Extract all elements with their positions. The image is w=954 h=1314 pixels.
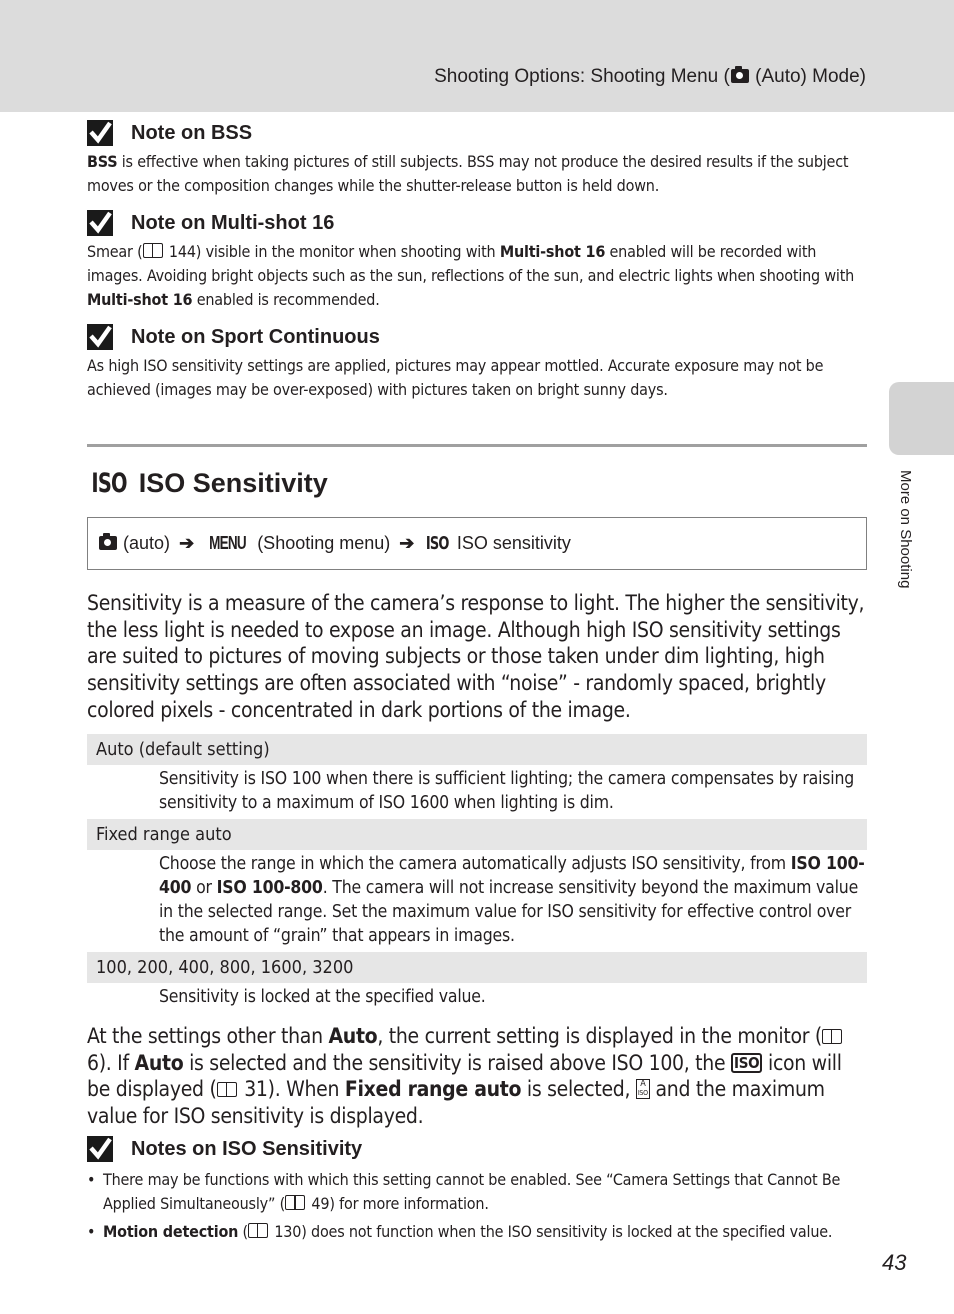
iso-icon: ISO [91,468,127,499]
option-description: Choose the range in which the camera aut… [87,850,867,952]
note-title: Note on Sport Continuous [131,325,380,348]
book-icon [216,1082,237,1097]
bold-text: Fixed range auto [344,1077,522,1101]
intro-paragraph: Sensitivity is a measure of the camera’s… [87,591,865,722]
note-body: Smear ( 144) visible in the monitor when… [87,240,867,312]
note-title: Note on Multi-shot 16 [131,211,335,234]
option-name: Fixed range auto [87,819,867,850]
settings-paragraph: At the settings other than Auto, the cur… [87,1023,867,1129]
text-run: is selected, [521,1077,636,1101]
note-title: Notes on ISO Sensitivity [131,1137,363,1160]
arrow-icon: ➔ [179,533,195,553]
option-description: Sensitivity is ISO 100 when there is suf… [87,765,867,819]
text-run: Sensitivity is ISO 100 when there is suf… [159,769,855,813]
page-number: 43 [882,1250,907,1275]
check-note-icon [87,120,113,146]
running-header: Shooting Options: Shooting Menu ( (Auto)… [434,66,866,87]
book-icon [821,1029,842,1044]
text-run: or [191,878,217,898]
check-note-icon [87,324,113,350]
book-icon [142,243,163,258]
iso-box-icon: ISO [730,1052,763,1073]
camera-auto-icon [730,66,749,83]
chapter-tab[interactable] [889,382,954,455]
text-run: 31). When [238,1077,345,1101]
bold-text: Multi-shot 16 [87,290,193,309]
text-run: enabled is recommended. [192,290,380,309]
list-item: Motion detection ( 130) does not functio… [87,1220,867,1244]
auto-iso-icon: A ISO [635,1079,650,1099]
book-icon [285,1195,306,1210]
section-divider [87,444,867,447]
section-title: ISO ISO Sensitivity [91,468,328,499]
bold-text: Auto [328,1024,378,1048]
note-body: BSS is effective when taking pictures of… [87,150,867,198]
iso-icon: ISO [426,533,450,554]
bold-text: BSS [87,152,118,171]
text-run: 49) for more information. [307,1194,489,1213]
notes-iso-sensitivity: Notes on ISO Sensitivity There may be fu… [87,1136,867,1248]
header-band [0,0,954,112]
menu-path: (auto) ➔ MENU (Shooting menu) ➔ ISO ISO … [87,517,867,570]
note-title: Note on BSS [131,121,253,144]
camera-auto-icon [99,533,117,550]
note-bss: Note on BSS BSS is effective when taking… [87,120,867,198]
text-run: 144) visible in the monitor when shootin… [164,242,500,261]
notes-list: There may be functions with which this s… [87,1168,867,1244]
text-run: Sensitivity is locked at the specified v… [159,987,486,1007]
book-icon [247,1223,268,1238]
text-run: is selected and the sensitivity is raise… [183,1050,731,1075]
list-item: There may be functions with which this s… [87,1168,867,1216]
check-note-icon [87,210,113,236]
bold-text: ISO 100-800 [216,878,323,898]
bold-text: Multi-shot 16 [499,242,606,261]
bold-text: Auto [134,1050,184,1075]
arrow-icon: ➔ [399,533,415,553]
text-run: 6). If [87,1050,135,1075]
note-body: As high ISO sensitivity settings are app… [87,354,867,402]
text-run: At the settings other than [87,1024,329,1048]
text-run: is effective when taking pictures of sti… [87,152,849,195]
options-table: Auto (default setting) Sensitivity is IS… [87,734,867,1013]
text-run: 130) does not function when the ISO sens… [269,1222,833,1241]
option-description: Sensitivity is locked at the specified v… [87,983,867,1013]
chapter-tab-label: More on Shooting [897,470,914,589]
text-run: ( [238,1222,249,1241]
check-note-icon [87,1136,113,1162]
note-sport: Note on Sport Continuous As high ISO sen… [87,324,867,402]
option-name: 100, 200, 400, 800, 1600, 3200 [87,952,867,983]
text-run: As high ISO sensitivity settings are app… [87,356,824,399]
text-run: Smear ( [87,242,143,261]
text-run: , the current setting is displayed in th… [377,1024,822,1048]
bold-text: Motion detection [103,1222,239,1241]
text-run: Choose the range in which the camera aut… [159,854,791,874]
option-name: Auto (default setting) [87,734,867,765]
menu-button-icon: MENU [209,533,247,553]
note-multishot: Note on Multi-shot 16 Smear ( 144) visib… [87,210,867,312]
